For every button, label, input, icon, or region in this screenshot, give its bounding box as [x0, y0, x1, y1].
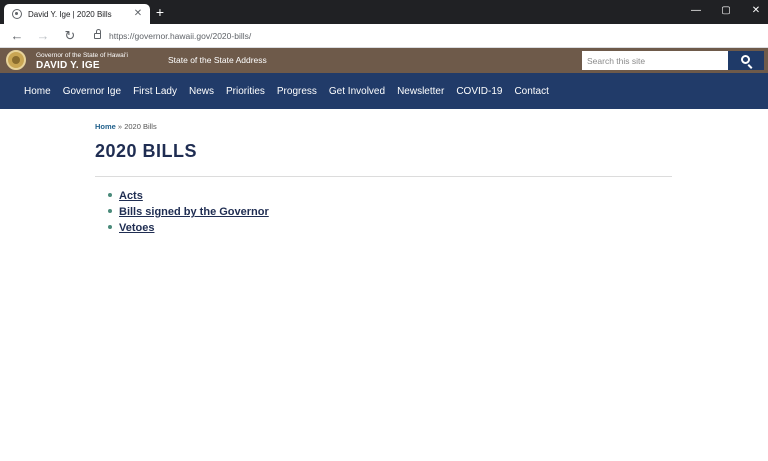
divider	[95, 176, 672, 177]
nav-item-contact[interactable]: Contact	[514, 86, 548, 97]
tab-title: David Y. Ige | 2020 Bills	[28, 9, 112, 19]
maximize-icon[interactable]: ▢	[720, 5, 732, 17]
nav-item-covid-19[interactable]: COVID-19	[456, 86, 502, 97]
nav-item-get-involved[interactable]: Get Involved	[329, 86, 385, 97]
breadcrumb-separator: »	[115, 122, 125, 131]
nav-item-home[interactable]: Home	[24, 86, 51, 97]
nav-item-news[interactable]: News	[189, 86, 214, 97]
search-button[interactable]	[728, 51, 764, 70]
state-of-the-state-link[interactable]: State of the State Address	[168, 55, 267, 65]
url-text: https://governor.hawaii.gov/2020-bills/	[109, 31, 252, 41]
seal-icon[interactable]	[6, 50, 26, 70]
nav-item-priorities[interactable]: Priorities	[226, 86, 265, 97]
breadcrumb-home-link[interactable]: Home	[95, 122, 116, 131]
lock-icon	[94, 29, 101, 39]
bills-signed-link[interactable]: Bills signed by the Governor	[119, 206, 269, 218]
new-tab-button[interactable]: +	[153, 5, 167, 19]
favicon-icon	[12, 9, 22, 19]
tab-close-icon[interactable]: ✕	[132, 9, 144, 19]
reload-button[interactable]: ↻	[62, 28, 78, 44]
nav-item-governor-ige[interactable]: Governor Ige	[63, 86, 121, 97]
acts-link[interactable]: Acts	[119, 190, 143, 202]
nav-item-newsletter[interactable]: Newsletter	[397, 86, 444, 97]
back-button[interactable]: ←	[9, 28, 25, 44]
breadcrumb-current: 2020 Bills	[124, 122, 157, 131]
list-item: Vetoes	[108, 218, 269, 234]
bill-links-list: Acts Bills signed by the Governor Vetoes	[108, 186, 269, 234]
breadcrumb: Home » 2020 Bills	[95, 122, 157, 131]
nav-item-progress[interactable]: Progress	[277, 86, 317, 97]
browser-titlebar: David Y. Ige | 2020 Bills ✕ + — ▢ ✕	[0, 0, 768, 24]
window-close-icon[interactable]: ✕	[750, 5, 762, 17]
vetoes-link[interactable]: Vetoes	[119, 222, 154, 234]
address-bar: ← → ↻ https://governor.hawaii.gov/2020-b…	[0, 24, 768, 48]
search-icon	[741, 55, 750, 64]
page-title: 2020 BILLS	[95, 141, 198, 161]
site-subtitle[interactable]: Governor of the State of Hawai'i	[36, 52, 128, 59]
browser-tab[interactable]: David Y. Ige | 2020 Bills ✕	[4, 4, 150, 24]
forward-button[interactable]: →	[35, 28, 51, 44]
search-input[interactable]	[582, 51, 728, 70]
nav-item-first-lady[interactable]: First Lady	[133, 86, 177, 97]
main-nav: Home Governor Ige First Lady News Priori…	[0, 73, 768, 109]
minimize-icon[interactable]: —	[690, 5, 702, 17]
list-item: Bills signed by the Governor	[108, 202, 269, 218]
list-item: Acts	[108, 186, 269, 202]
url-field[interactable]: https://governor.hawaii.gov/2020-bills/	[86, 27, 706, 45]
site-name[interactable]: DAVID Y. IGE	[36, 60, 100, 71]
